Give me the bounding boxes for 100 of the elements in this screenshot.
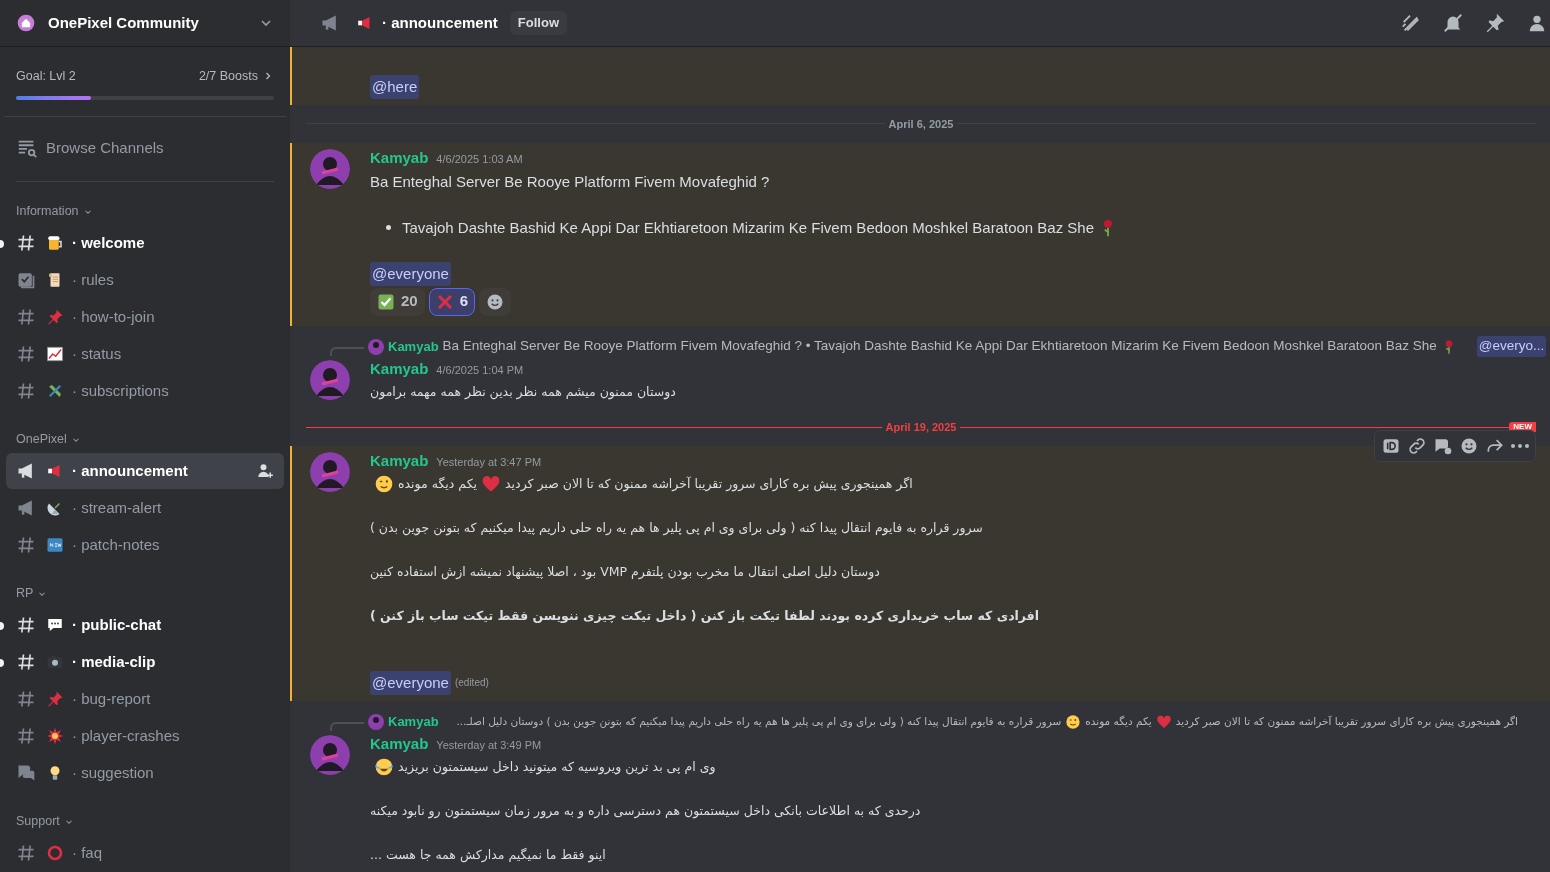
message-text: Ba Enteghal Server Be Rooye Platform Fivem Movafeghid ? bbox=[370, 171, 770, 192]
message-time: Yesterday at 3:49 PM bbox=[436, 738, 542, 753]
channel-item[interactable]: · suggestion bbox=[6, 754, 284, 791]
bullet-icon bbox=[386, 225, 391, 230]
explosion-icon bbox=[46, 726, 64, 745]
reaction-button[interactable]: 6 bbox=[428, 287, 476, 316]
add-member-icon bbox=[256, 461, 274, 480]
bell-slash-icon bbox=[1442, 12, 1464, 34]
small-avatar bbox=[368, 338, 384, 355]
message-text: دوستان دلیل اصلی انتقال ما مخرب بودن پلتفرم VMP بود ، اصلا پیشنهاد نمیشه ازش استفاده کنین bbox=[370, 563, 880, 582]
channel-item[interactable]: · welcome bbox=[6, 224, 284, 261]
hash-icon bbox=[16, 534, 36, 555]
message-time: 4/6/2025 1:04 PM bbox=[436, 362, 524, 378]
category-label[interactable]: OnePixel bbox=[16, 430, 67, 450]
pushpin-icon bbox=[46, 689, 64, 708]
message-text: وی ام پی بد ترین ویروسیه که میتونید داخل سیستمتون بریزید bbox=[398, 758, 716, 777]
channel-item[interactable]: · subscriptions bbox=[6, 372, 284, 409]
add-reaction-button[interactable] bbox=[479, 287, 512, 316]
message-text: Ba Enteghal Server Be Rooye Platform Fivem Movafeghid ? • Tavajoh Dashte Bashid Ke Appi Dar Ekhtiaretoon Mizarim Ke Fivem Bedoon Moshkel Baratoon Baz She bbox=[442, 337, 1437, 356]
hash-icon bbox=[16, 688, 36, 709]
thread-icon bbox=[1433, 436, 1453, 456]
user-avatar[interactable] bbox=[310, 359, 350, 400]
link-icon bbox=[1407, 436, 1427, 456]
channel-item[interactable]: · announcement bbox=[6, 452, 284, 489]
hash-icon bbox=[16, 725, 36, 746]
channel-item[interactable]: · bug-report bbox=[6, 680, 284, 717]
message-text: اینو فقط ما نمیگیم مدارکش همه جا هست ... bbox=[370, 846, 606, 865]
mention-tag[interactable]: @everyo... bbox=[1476, 336, 1547, 357]
message-text: اگر همینجوری پیش بره کارای سرور تقریبا آخراشه ممنون که تا الان صبر کردید bbox=[505, 475, 913, 494]
hash-icon bbox=[16, 651, 36, 672]
cross-mark-icon bbox=[435, 292, 454, 311]
message-text: Tavajoh Dashte Bashid Ke Appi Dar Ekhtiaretoon Mizarim Ke Fivem Bedoon Moshkel Baratoon Baz She bbox=[402, 217, 1095, 238]
channel-item[interactable]: · public-chat bbox=[6, 606, 284, 643]
message-time: 4/6/2025 1:03 AM bbox=[436, 151, 523, 167]
channel-item[interactable]: · status bbox=[6, 335, 284, 372]
hash-icon bbox=[16, 306, 36, 327]
check-mark-icon bbox=[377, 292, 395, 311]
new-sign-icon bbox=[46, 535, 64, 554]
mention-tag[interactable]: @here bbox=[370, 75, 420, 99]
pushpin-icon bbox=[46, 307, 64, 326]
author-name[interactable]: Kamyab bbox=[370, 146, 429, 169]
message-text: سرور قراره به فایوم انتقال پیدا کنه ( ولی برای وی ام پی پلیر ها هم یه راه حلی داریم پیدا میکنیم که بتونن جوین بدن ) bbox=[370, 519, 983, 538]
author-name[interactable]: Kamyab bbox=[370, 357, 429, 380]
add-reaction-icon bbox=[1459, 436, 1479, 456]
hash-icon bbox=[16, 343, 36, 364]
hash-icon bbox=[16, 842, 36, 863]
reply-author[interactable]: Kamyab bbox=[388, 712, 439, 732]
hash-icon bbox=[16, 614, 36, 635]
threads-icon bbox=[1400, 12, 1422, 34]
mention-tag[interactable]: @everyone bbox=[370, 671, 451, 695]
reply-line bbox=[330, 722, 364, 731]
channel-item[interactable]: · faq bbox=[6, 834, 284, 871]
edited-label: (edited) bbox=[454, 676, 489, 690]
boost-goal: Goal: Lvl 2 bbox=[16, 68, 76, 85]
pin-icon bbox=[1484, 12, 1506, 34]
beer-mug-icon bbox=[46, 233, 64, 252]
category-label[interactable]: RP bbox=[16, 584, 34, 604]
user-avatar[interactable] bbox=[310, 452, 350, 492]
message-text: درحدی که به اطلاعات بانکی داخل سیستمتون هم دسترسی داره و به مرور زمان سیستمتون رو نابود میکنه bbox=[370, 802, 921, 821]
reply-line bbox=[330, 346, 364, 356]
date-divider: April 19, 2025 bbox=[884, 420, 958, 435]
boost-count[interactable]: 2/7 Boosts bbox=[198, 67, 258, 86]
message-text: یکم دیگه مونده bbox=[398, 475, 478, 494]
chart-icon bbox=[46, 344, 64, 363]
channel-item[interactable]: · stream-alert bbox=[6, 489, 284, 526]
server-name[interactable]: OnePixel Community bbox=[48, 11, 246, 35]
winking-smiley-icon bbox=[374, 474, 394, 494]
message-text: دوستان ممنون میشم همه نظر بدین نظر همه مهمه برامون bbox=[370, 382, 676, 402]
channel-item[interactable]: · patch-notes bbox=[6, 526, 284, 563]
category-label[interactable]: Support bbox=[16, 812, 60, 832]
server-icon bbox=[16, 13, 36, 33]
author-name[interactable]: Kamyab bbox=[370, 733, 429, 755]
heart-icon bbox=[481, 474, 502, 494]
date-divider: April 6, 2025 bbox=[887, 116, 955, 132]
follow-button[interactable]: Follow bbox=[509, 11, 567, 35]
id-icon bbox=[1381, 436, 1401, 456]
mention-tag[interactable]: @everyone bbox=[370, 261, 451, 286]
author-name[interactable]: Kamyab bbox=[370, 450, 429, 472]
laughing-smiley-icon bbox=[374, 757, 394, 777]
message-time: Yesterday at 3:47 PM bbox=[436, 455, 542, 470]
winking-smiley-icon bbox=[1065, 714, 1082, 730]
hash-icon bbox=[16, 380, 36, 401]
channel-item[interactable]: · how-to-join bbox=[6, 298, 284, 335]
channel-item[interactable]: · media-clip bbox=[6, 643, 284, 680]
hash-icon bbox=[16, 232, 36, 253]
channel-item[interactable]: · player-crashes bbox=[6, 717, 284, 754]
ring-icon bbox=[46, 843, 64, 862]
message-text: اگر همینجوری پیش بره کارای سرور تقریبا آخراشه ممنون که تا الان صبر کردید bbox=[1175, 714, 1518, 730]
channel-item[interactable]: · rules bbox=[6, 261, 284, 298]
small-avatar bbox=[368, 714, 384, 730]
message-text: یکم دیگه مونده bbox=[1085, 714, 1152, 730]
message-text: سرور قراره به فایوم انتقال پیدا کنه ( ولی برای وی ام پی پلیر ها هم یه راه حلی داریم پیدا میکنیم که بتونن جوین بدن ) دوستان دلیل اصلـ... bbox=[456, 714, 1062, 730]
user-avatar[interactable] bbox=[310, 148, 350, 189]
more-icon[interactable] bbox=[1511, 444, 1529, 448]
channel-title: · announcement bbox=[382, 12, 498, 33]
user-avatar[interactable] bbox=[310, 735, 350, 775]
reaction-button[interactable]: 20 bbox=[370, 287, 425, 316]
browse-channels-item[interactable]: Browse Channels bbox=[16, 128, 274, 167]
category-label[interactable]: Information bbox=[16, 202, 79, 222]
reply-author[interactable]: Kamyab bbox=[388, 336, 439, 357]
